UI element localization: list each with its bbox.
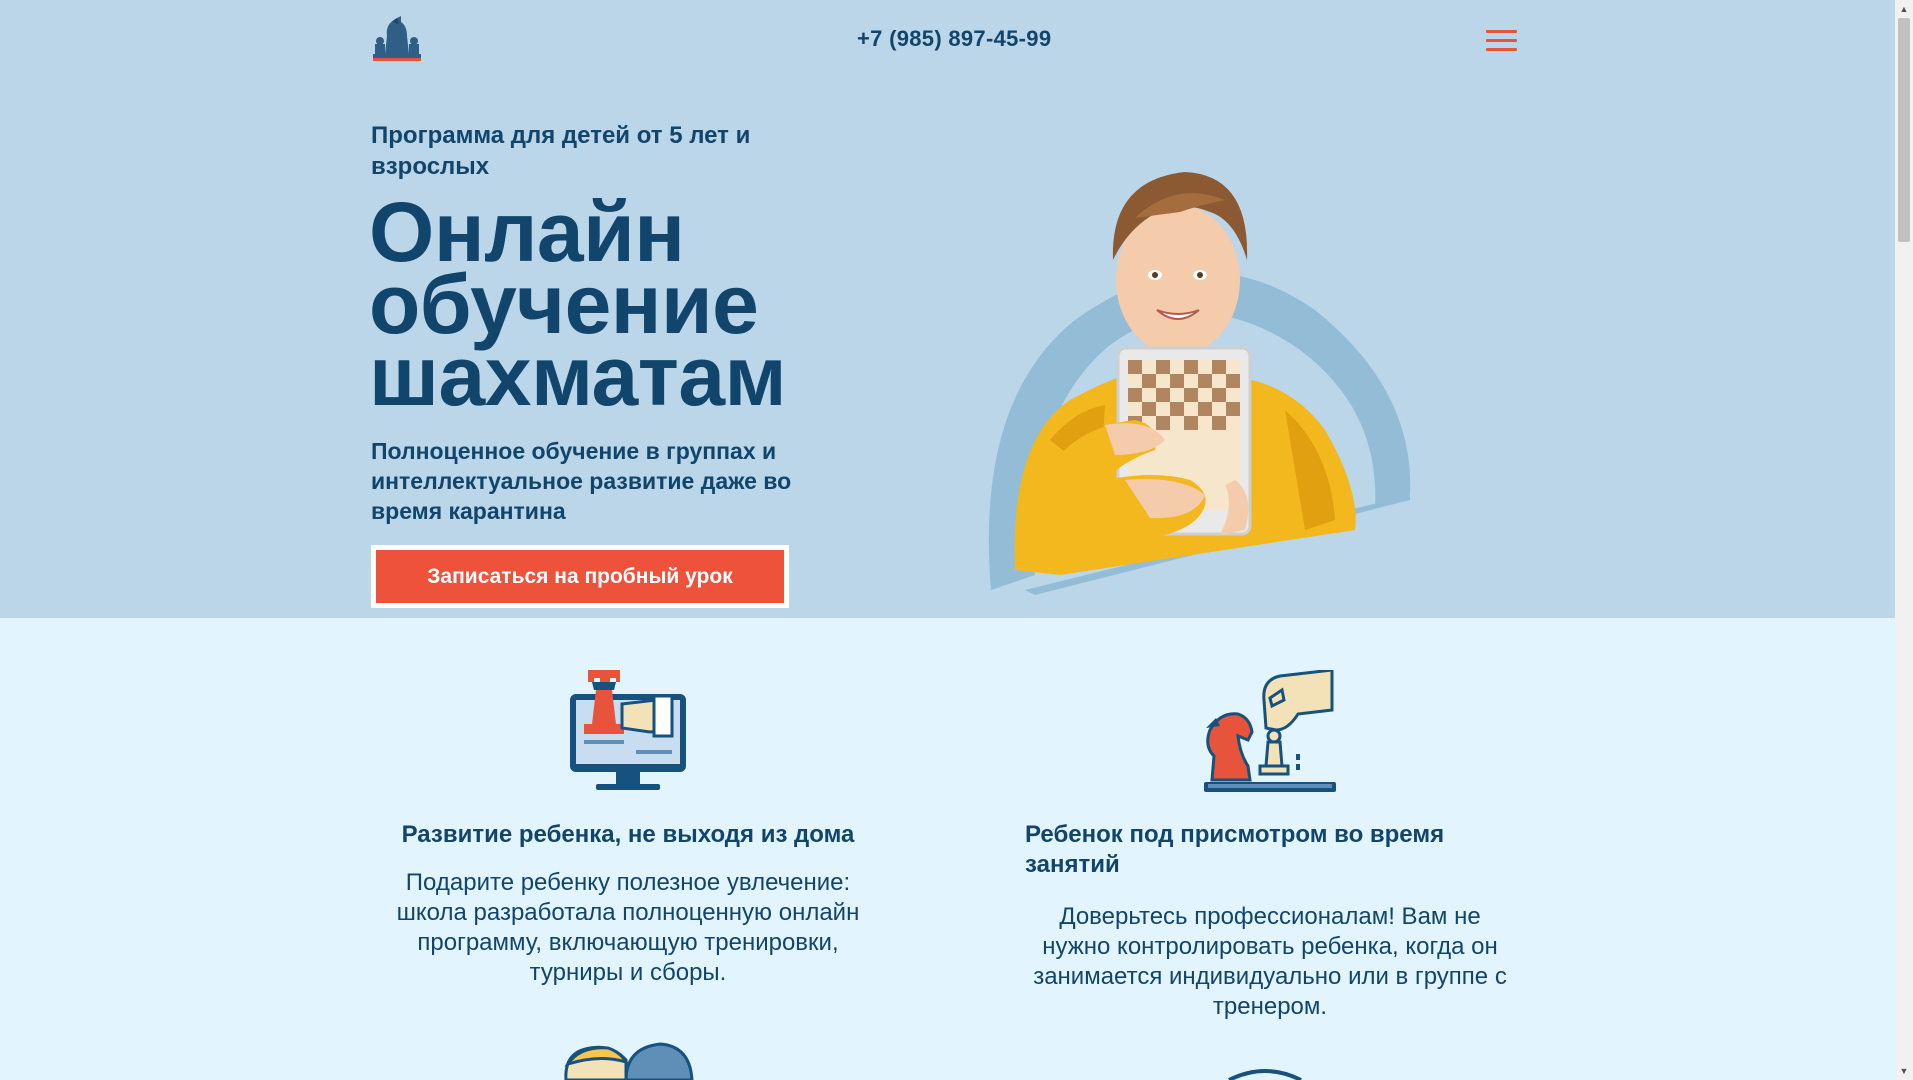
hero-title-line: шахматам bbox=[369, 329, 787, 423]
phone-number[interactable]: +7 (985) 897-45-99 bbox=[857, 26, 1051, 52]
computer-chess-rook-icon bbox=[570, 670, 686, 790]
feature-text: Подарите ребенку полезное увлечение: шко… bbox=[396, 869, 860, 986]
feature-title: Ребенок под присмотром во время занятий bbox=[1025, 821, 1445, 878]
scroll-down-arrow-icon[interactable]: ▼ bbox=[1895, 1062, 1913, 1080]
coaches-people-icon bbox=[564, 1042, 694, 1080]
hero-section: +7 (985) 897-45-99 Программа для детей о… bbox=[0, 0, 1895, 618]
page-scrollbar[interactable]: ▲ ▼ bbox=[1895, 0, 1913, 1080]
hand-moving-chess-piece-icon bbox=[1204, 670, 1336, 792]
scroll-thumb[interactable] bbox=[1898, 18, 1910, 242]
hero-lead-text: Полноценное обучение в группах и интелле… bbox=[371, 438, 792, 524]
feature-icon-partial bbox=[1228, 1069, 1302, 1080]
hero-subtitle: Программа для детей от 5 лет и взрослых bbox=[371, 122, 751, 180]
feature-card: Развитие ребенка, не выходя из дома Пода… bbox=[371, 670, 885, 988]
trial-lesson-button[interactable]: Записаться на пробный урок bbox=[371, 545, 789, 608]
chess-knight-logo-icon[interactable] bbox=[371, 14, 423, 62]
boy-holding-chess-tablet-image bbox=[988, 172, 1411, 595]
site-header: +7 (985) 897-45-99 bbox=[0, 0, 1895, 80]
feature-title: Развитие ребенка, не выходя из дома bbox=[401, 821, 855, 848]
hero-title: Онлайн обучение шахматам bbox=[369, 190, 869, 423]
hamburger-menu-icon[interactable] bbox=[1486, 30, 1517, 52]
feature-text: Доверьтесь профессионалам! Вам не нужно … bbox=[1033, 903, 1507, 1020]
scroll-up-arrow-icon[interactable]: ▲ bbox=[1895, 0, 1913, 18]
feature-card: Ребенок под присмотром во время занятий … bbox=[1025, 670, 1515, 1022]
